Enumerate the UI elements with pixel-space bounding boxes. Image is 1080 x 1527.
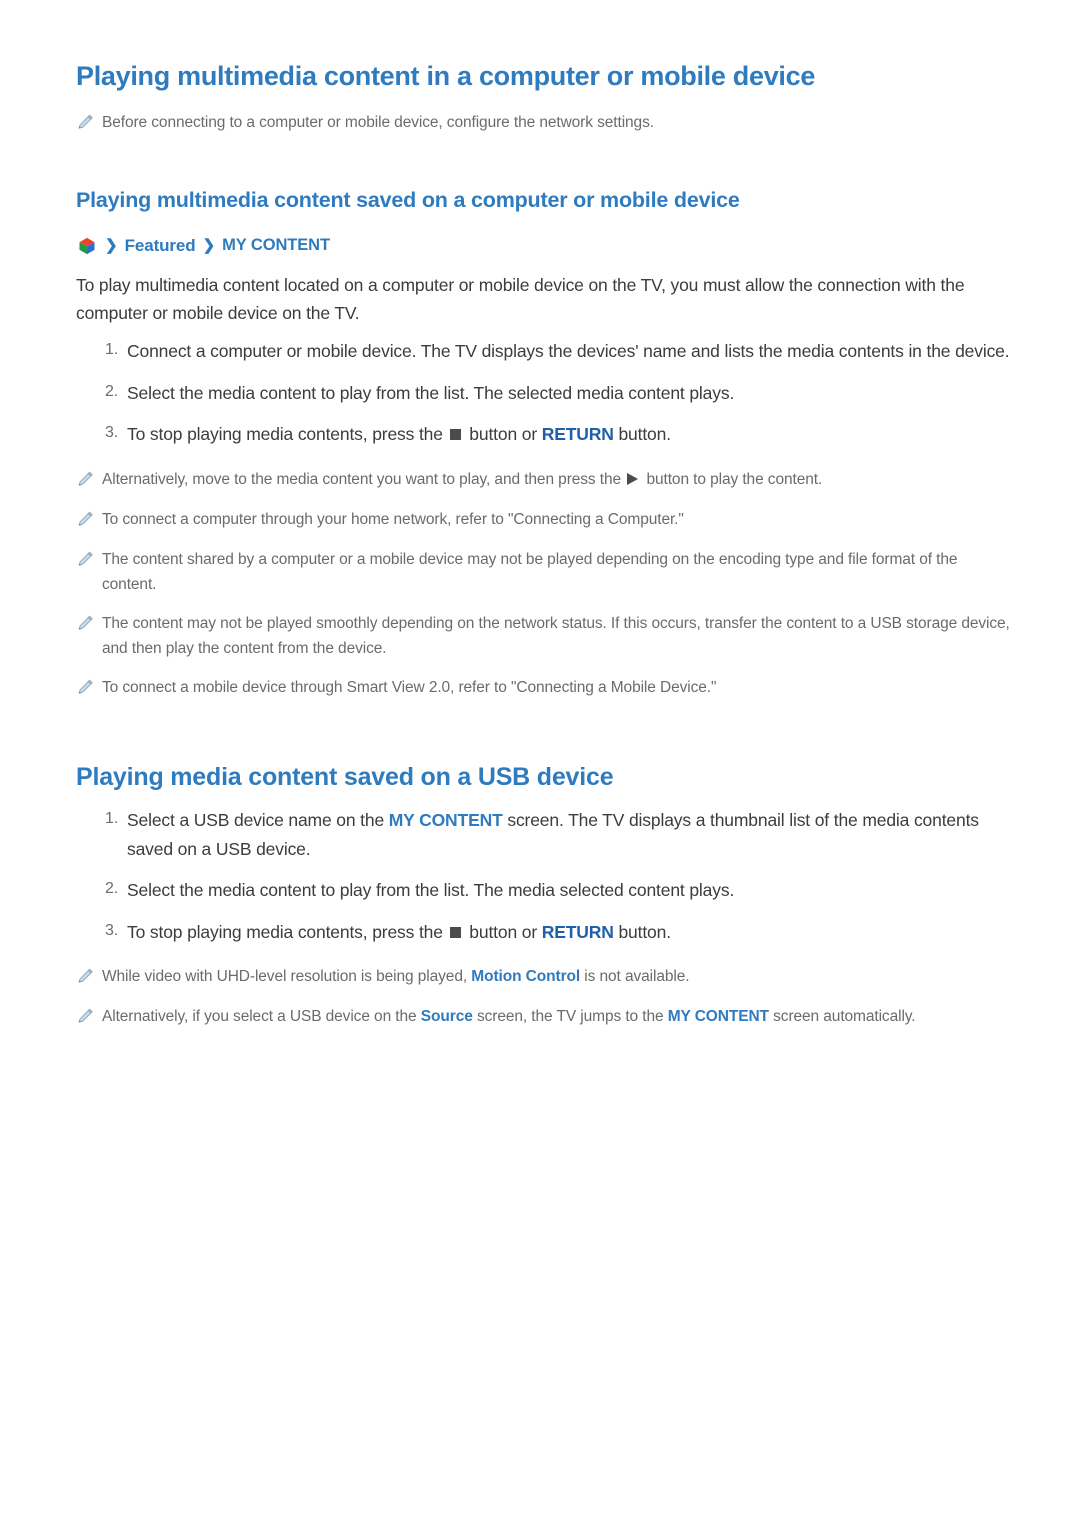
step-number: 3. xyxy=(104,424,118,442)
step-text-middle: button or xyxy=(469,921,538,942)
note-keyword-motion-control: Motion Control xyxy=(471,968,581,986)
step-number: 2. xyxy=(104,880,118,898)
list-item: 2. Select the media content to play from… xyxy=(76,876,1012,905)
page-title: Playing multimedia content in a computer… xyxy=(76,61,816,91)
note-text: To connect a mobile device through Smart… xyxy=(102,679,717,697)
note-item: The content shared by a computer or a mo… xyxy=(76,547,1012,597)
step-number: 1. xyxy=(104,810,118,828)
smart-hub-icon xyxy=(76,235,98,257)
note-text: The content may not be played smoothly d… xyxy=(102,615,1010,658)
step-text: Select the media content to play from th… xyxy=(127,382,735,403)
note-item: The content may not be played smoothly d… xyxy=(76,611,1012,661)
pencil-icon xyxy=(76,110,102,136)
pencil-icon xyxy=(76,1004,102,1030)
step-number: 3. xyxy=(104,921,118,939)
section2-notes: While video with UHD-level resolution is… xyxy=(76,964,1012,1030)
step-text-prefix: To stop playing media contents, press th… xyxy=(127,921,443,942)
breadcrumb-item-my-content[interactable]: MY CONTENT xyxy=(222,236,330,255)
section1-steps: 1. Connect a computer or mobile device. … xyxy=(76,337,1012,449)
note-item: Alternatively, if you select a USB devic… xyxy=(76,1004,1012,1030)
step-text-suffix: button. xyxy=(618,424,671,445)
note-item: While video with UHD-level resolution is… xyxy=(76,964,1012,990)
step-text-prefix: To stop playing media contents, press th… xyxy=(127,424,443,445)
intro-note-text: Before connecting to a computer or mobil… xyxy=(102,113,654,131)
note-text-prefix: Alternatively, move to the media content… xyxy=(102,470,622,488)
note-text-suffix: screen automatically. xyxy=(773,1008,916,1026)
step-text: Select the media content to play from th… xyxy=(127,880,735,901)
intro-note: Before connecting to a computer or mobil… xyxy=(76,110,1012,136)
note-text: To connect a computer through your home … xyxy=(102,510,684,528)
step-text-suffix: button. xyxy=(618,921,671,942)
step-text-middle: button or xyxy=(469,424,538,445)
page-content: Playing multimedia content in a computer… xyxy=(76,60,1012,1030)
list-item: 2. Select the media content to play from… xyxy=(76,379,1012,408)
pencil-icon xyxy=(76,611,102,637)
pencil-icon xyxy=(76,467,102,493)
section1-paragraph: To play multimedia content located on a … xyxy=(76,274,965,324)
section1-heading: Playing multimedia content saved on a co… xyxy=(76,187,740,212)
pencil-icon xyxy=(76,675,102,701)
note-item: Alternatively, move to the media content… xyxy=(76,467,1012,493)
note-text: The content shared by a computer or a mo… xyxy=(102,550,958,594)
list-item: 3. To stop playing media contents, press… xyxy=(76,420,1012,449)
breadcrumb: ❯ Featured ❯ MY CONTENT xyxy=(76,235,1012,257)
stop-button-icon xyxy=(449,429,461,441)
note-text-suffix: button to play the content. xyxy=(646,470,823,488)
stop-button-icon xyxy=(449,926,461,938)
pencil-icon xyxy=(76,547,102,573)
step-keyword-my-content: MY CONTENT xyxy=(388,810,503,831)
list-item: 1. Select a USB device name on the MY CO… xyxy=(76,806,1012,863)
step-number: 2. xyxy=(104,382,118,400)
section2-heading: Playing media content saved on a USB dev… xyxy=(76,763,614,792)
note-item: To connect a computer through your home … xyxy=(76,507,1012,533)
note-keyword-my-content: MY CONTENT xyxy=(667,1008,769,1026)
note-text: Alternatively, move to the media content… xyxy=(102,467,822,492)
note-text-prefix: While video with UHD-level resolution is… xyxy=(102,968,468,986)
breadcrumb-separator-1: ❯ xyxy=(105,237,118,255)
section1-notes: Alternatively, move to the media content… xyxy=(76,467,1012,701)
pencil-icon xyxy=(76,507,102,533)
note-text: While video with UHD-level resolution is… xyxy=(102,964,690,989)
note-item: To connect a mobile device through Smart… xyxy=(76,675,1012,701)
step-text: Connect a computer or mobile device. The… xyxy=(127,341,1010,362)
step-keyword-return: RETURN xyxy=(541,921,614,942)
step-keyword-return: RETURN xyxy=(541,424,614,445)
note-text-prefix: Alternatively, if you select a USB devic… xyxy=(102,1008,417,1026)
play-button-icon xyxy=(627,472,639,485)
document-page: Playing multimedia content in a computer… xyxy=(0,0,1080,1527)
step-number: 1. xyxy=(104,341,118,359)
note-text-middle: screen, the TV jumps to the xyxy=(476,1008,664,1026)
step-text-prefix: Select a USB device name on the xyxy=(127,810,385,831)
note-text: Alternatively, if you select a USB devic… xyxy=(102,1004,916,1029)
breadcrumb-separator-2: ❯ xyxy=(202,237,216,255)
note-text-suffix: is not available. xyxy=(584,968,690,986)
list-item: 1. Connect a computer or mobile device. … xyxy=(76,337,1012,366)
pencil-icon xyxy=(76,964,102,990)
breadcrumb-item-featured[interactable]: Featured xyxy=(125,236,196,256)
list-item: 3. To stop playing media contents, press… xyxy=(76,918,1012,947)
section2-steps: 1. Select a USB device name on the MY CO… xyxy=(76,806,1012,946)
note-keyword-source: Source xyxy=(420,1008,473,1026)
